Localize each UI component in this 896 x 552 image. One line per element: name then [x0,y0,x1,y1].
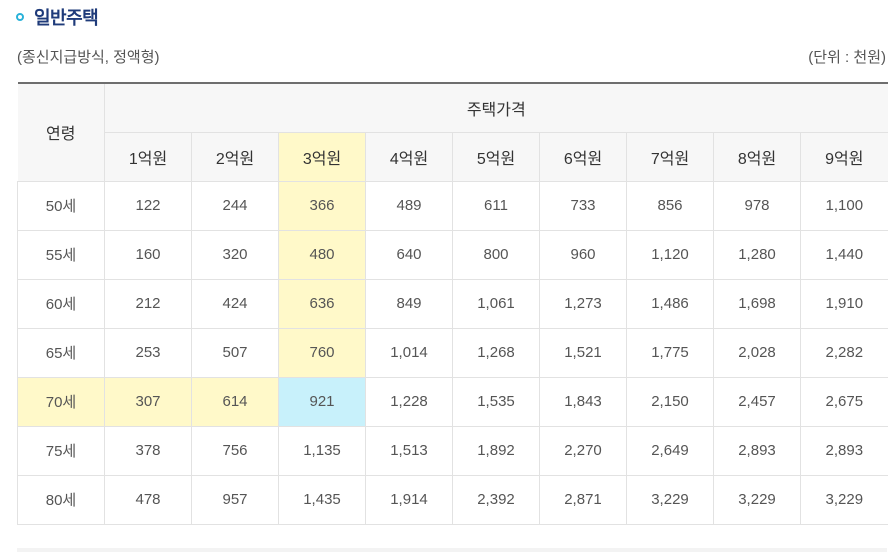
circle-bullet-icon [16,13,24,21]
age-cell: 75세 [17,425,105,476]
price-header-row: 1억원 2억원 3억원 4억원 5억원 6억원 7억원 8억원 9억원 [18,131,888,182]
value-cell: 1,892 [452,425,540,476]
value-cell: 733 [539,180,627,231]
table-row: 70세 307 614 921 1,228 1,535 1,843 2,150 … [17,376,888,427]
header-row: 연령 주택가격 [17,82,888,182]
value-cell: 1,775 [626,327,714,378]
value-cell: 2,871 [539,474,627,525]
value-cell: 2,028 [713,327,801,378]
value-cell: 307 [104,376,192,427]
value-cell: 244 [191,180,279,231]
value-cell: 1,273 [539,278,627,329]
value-cell: 1,535 [452,376,540,427]
value-cell: 2,282 [799,327,888,378]
value-cell: 212 [104,278,192,329]
value-cell: 160 [104,229,192,280]
section-title: 일반주택 [16,6,99,30]
value-cell: 636 [278,278,366,329]
value-cell: 921 [278,376,366,427]
value-cell: 424 [191,278,279,329]
value-cell: 1,486 [626,278,714,329]
price-header-cell: 7억원 [626,131,714,182]
value-cell: 760 [278,327,366,378]
table-row: 75세 378 756 1,135 1,513 1,892 2,270 2,64… [17,425,888,476]
section-title-text: 일반주택 [34,8,99,28]
value-cell: 1,910 [799,278,888,329]
value-cell: 1,014 [365,327,453,378]
value-cell: 3,229 [626,474,714,525]
price-group-header: 주택가격 [103,82,888,133]
payment-method-note: (종신지급방식, 정액형) [17,49,160,66]
value-cell: 507 [191,327,279,378]
price-header-cell: 4억원 [365,131,453,182]
value-cell: 1,914 [365,474,453,525]
value-cell: 856 [626,180,714,231]
value-cell: 1,120 [626,229,714,280]
value-cell: 2,649 [626,425,714,476]
value-cell: 1,521 [539,327,627,378]
age-cell: 80세 [17,474,105,525]
price-header-cell: 6억원 [539,131,627,182]
value-cell: 489 [365,180,453,231]
value-cell: 1,435 [278,474,366,525]
value-cell: 1,440 [799,229,888,280]
value-cell: 3,229 [713,474,801,525]
value-cell: 640 [365,229,453,280]
value-cell: 1,061 [452,278,540,329]
value-cell: 960 [539,229,627,280]
value-cell: 320 [191,229,279,280]
value-cell: 611 [452,180,540,231]
value-cell: 957 [191,474,279,525]
value-cell: 978 [713,180,801,231]
value-cell: 800 [452,229,540,280]
value-cell: 1,513 [365,425,453,476]
unit-note: (단위 : 천원) [808,49,886,66]
value-cell: 1,228 [365,376,453,427]
value-cell: 3,229 [799,474,888,525]
price-header-cell: 5억원 [452,131,540,182]
table-row: 80세 478 957 1,435 1,914 2,392 2,871 3,22… [17,474,888,525]
table-row: 55세 160 320 480 640 800 960 1,120 1,280 … [17,229,888,280]
price-header-cell: 1억원 [104,131,192,182]
value-cell: 2,675 [799,376,888,427]
age-cell: 70세 [17,376,105,427]
value-cell: 614 [191,376,279,427]
price-header-cell: 8억원 [713,131,801,182]
value-cell: 122 [104,180,192,231]
age-cell: 60세 [17,278,105,329]
value-cell: 2,392 [452,474,540,525]
value-cell: 253 [104,327,192,378]
value-cell: 1,280 [713,229,801,280]
price-header-cell: 2억원 [191,131,279,182]
value-cell: 1,268 [452,327,540,378]
value-cell: 366 [278,180,366,231]
value-cell: 1,135 [278,425,366,476]
price-header-cell: 3억원 [278,131,366,182]
table-row: 60세 212 424 636 849 1,061 1,273 1,486 1,… [17,278,888,329]
price-header-cell: 9억원 [799,131,888,182]
value-cell: 378 [104,425,192,476]
value-cell: 2,270 [539,425,627,476]
age-cell: 55세 [17,229,105,280]
age-header: 연령 [17,82,105,182]
value-cell: 2,893 [799,425,888,476]
value-cell: 478 [104,474,192,525]
table-row: 50세 122 244 366 489 611 733 856 978 1,10… [17,180,888,231]
next-section-divider [17,548,887,552]
table-row: 65세 253 507 760 1,014 1,268 1,521 1,775 … [17,327,888,378]
pension-table: 연령 주택가격 1억원 2억원 3억원 4억원 5억원 6억원 7억원 8억원 … [17,82,888,525]
value-cell: 1,100 [799,180,888,231]
age-cell: 65세 [17,327,105,378]
value-cell: 1,843 [539,376,627,427]
value-cell: 2,457 [713,376,801,427]
value-cell: 2,150 [626,376,714,427]
value-cell: 756 [191,425,279,476]
value-cell: 1,698 [713,278,801,329]
value-cell: 2,893 [713,425,801,476]
age-cell: 50세 [17,180,105,231]
value-cell: 480 [278,229,366,280]
value-cell: 849 [365,278,453,329]
